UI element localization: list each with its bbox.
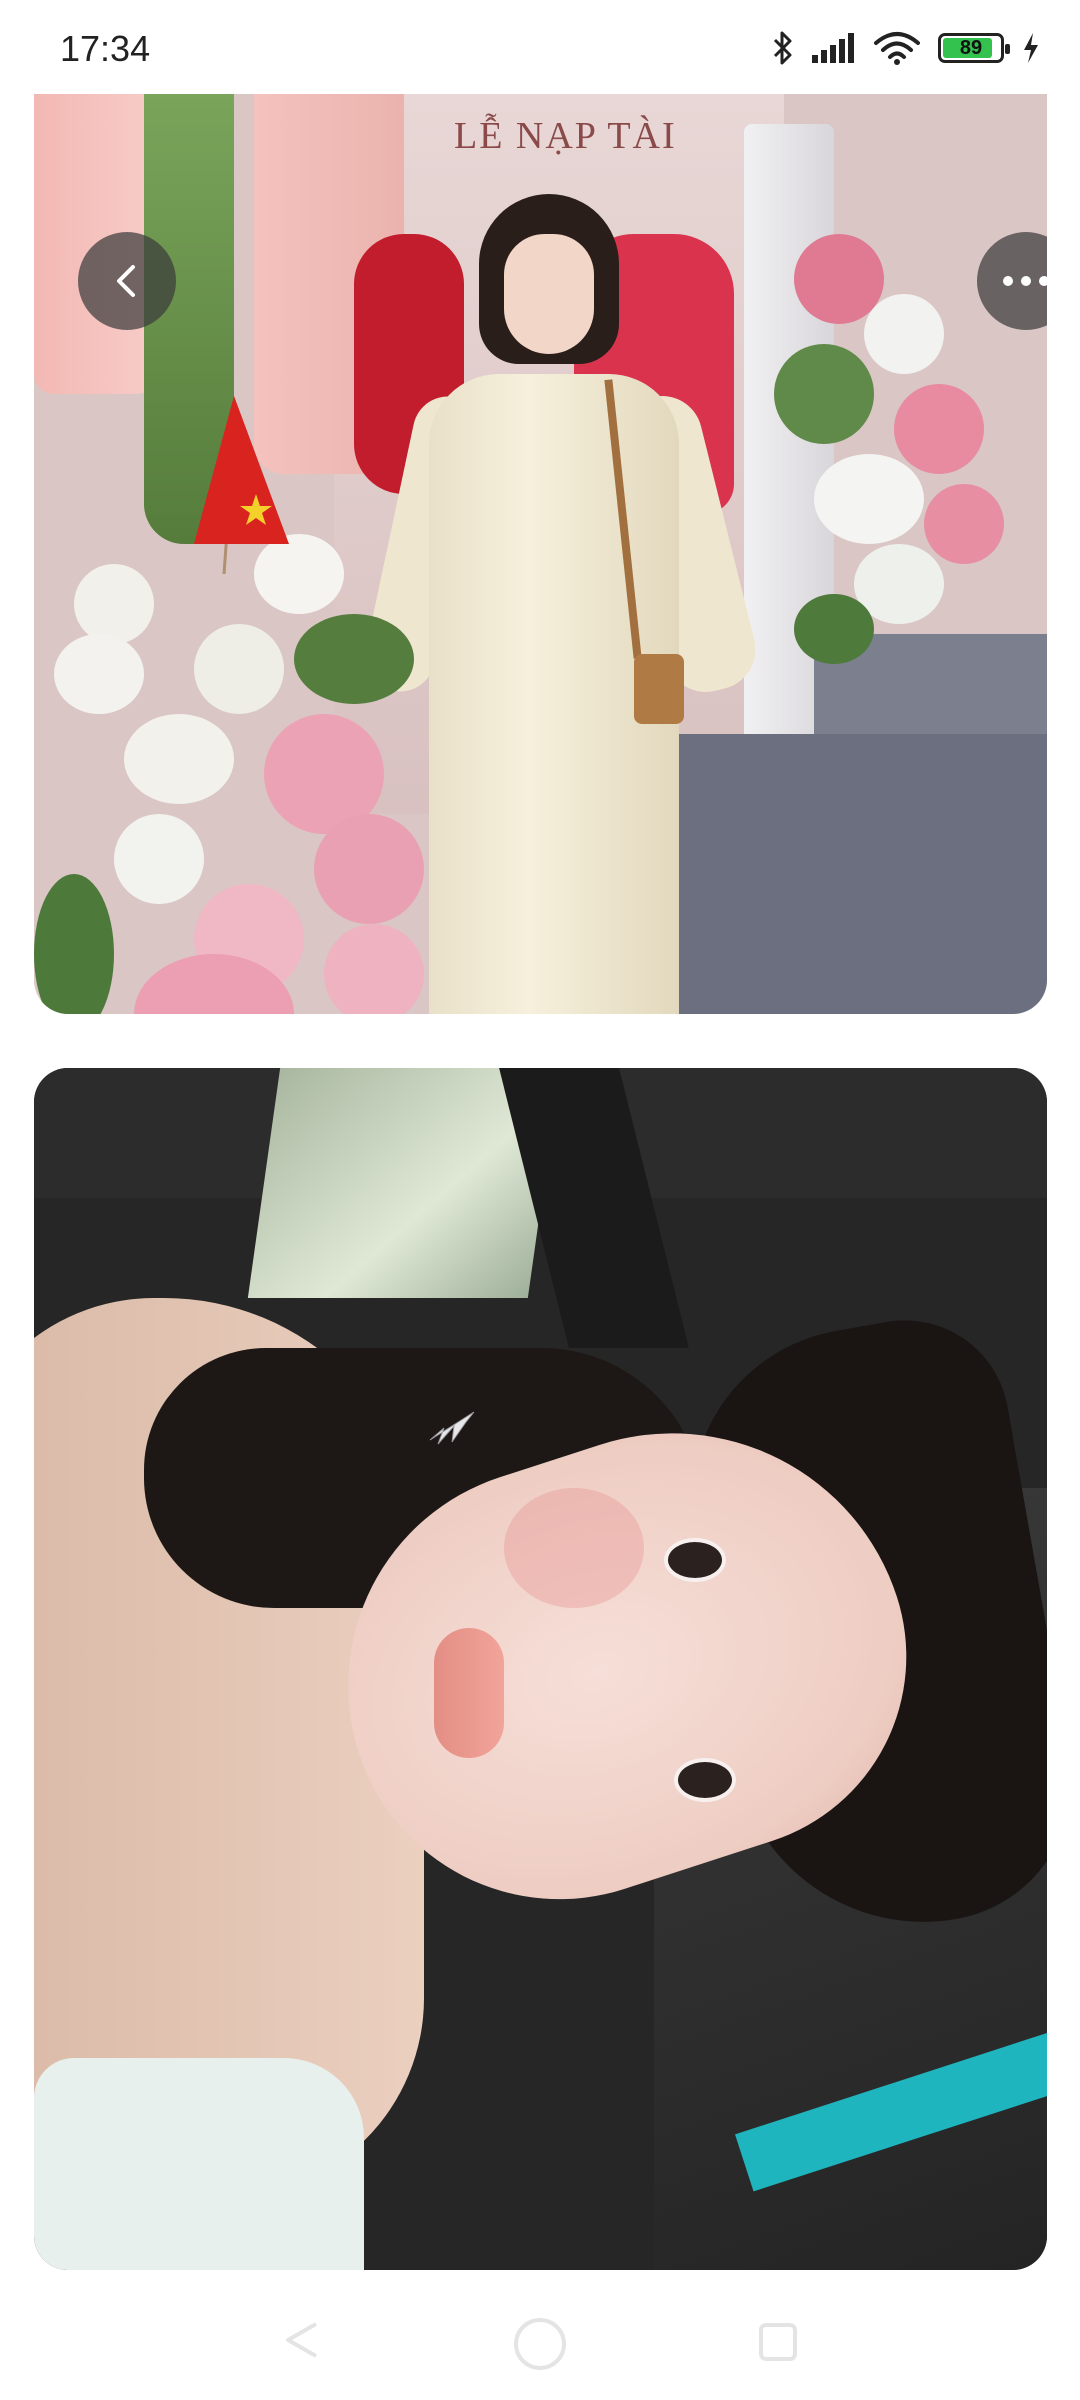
- signal-icon: [812, 33, 854, 63]
- photo-2[interactable]: [34, 1068, 1047, 2270]
- status-time: 17:34: [60, 28, 151, 69]
- battery-icon: 89: [938, 33, 1010, 63]
- photo-2-lips: [434, 1628, 504, 1758]
- photo-1-sign-text: LỄ NẠP TÀI: [454, 115, 677, 157]
- charging-icon: [1024, 33, 1038, 63]
- photo-2-clothing: [34, 2058, 364, 2270]
- photo-2-eye: [664, 1538, 726, 1582]
- wifi-icon: [874, 32, 920, 65]
- photo-1[interactable]: LỄ NẠP TÀI: [34, 94, 1047, 1014]
- chevron-left-icon: [117, 265, 135, 297]
- more-horizontal-icon: [1003, 276, 1047, 286]
- back-button[interactable]: [78, 232, 176, 330]
- photo-2-eye: [674, 1758, 736, 1802]
- status-icons: 89: [772, 26, 1040, 70]
- flag-icon: [194, 396, 289, 574]
- nav-home-icon[interactable]: [512, 2316, 568, 2372]
- nav-recent-icon[interactable]: [758, 2322, 798, 2362]
- earring-icon: [429, 1411, 475, 1445]
- battery-level-text: 89: [959, 36, 983, 59]
- bluetooth-icon: [773, 31, 792, 65]
- photo-2-blush: [504, 1488, 644, 1608]
- nav-back-icon[interactable]: [280, 2318, 324, 2362]
- status-bar: 17:34 89: [0, 0, 1080, 96]
